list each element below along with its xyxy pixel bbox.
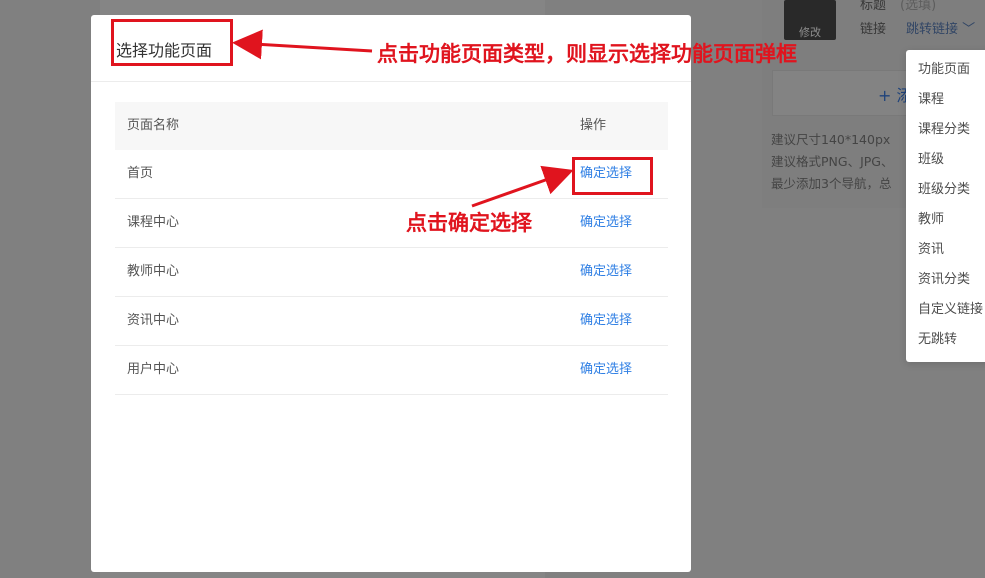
annotation-arrows [232, 29, 574, 208]
select-annotation: 点击确定选择 [406, 210, 532, 235]
select-arrow [471, 165, 574, 208]
title-annotation: 点击功能页面类型，则显示选择功能页面弹框 [377, 41, 797, 66]
title-arrow [232, 29, 373, 60]
